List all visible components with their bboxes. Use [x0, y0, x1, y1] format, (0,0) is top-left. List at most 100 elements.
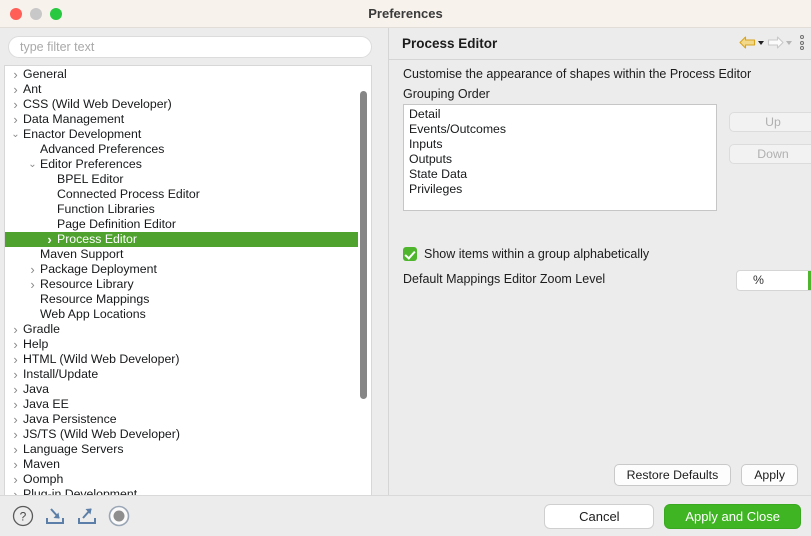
restore-defaults-button[interactable]: Restore Defaults	[613, 464, 732, 486]
tree-item-process-editor[interactable]: › Process Editor	[5, 232, 363, 247]
zoom-level-select[interactable]: %	[736, 270, 811, 291]
grouping-order-item[interactable]: Privileges	[409, 182, 716, 197]
filter-field-wrapper	[8, 36, 372, 58]
chevron-down-icon[interactable]: ⌄	[9, 130, 22, 140]
tree-scrollbar-thumb[interactable]	[360, 91, 367, 399]
tree-spacer: ›	[43, 187, 56, 202]
export-preferences-icon[interactable]	[75, 504, 99, 528]
tree-item-gradle[interactable]: › Gradle	[5, 322, 365, 337]
grouping-order-item[interactable]: Detail	[409, 107, 716, 122]
chevron-right-icon[interactable]: ›	[9, 457, 22, 472]
tree-item-web-app-locations[interactable]: ›Web App Locations	[5, 307, 365, 322]
tree-scrollbar-track[interactable]	[358, 67, 369, 519]
chevron-down-icon[interactable]: ⌄	[26, 160, 39, 170]
tree-item-enactor-development[interactable]: ⌄ Enactor Development	[5, 127, 365, 142]
down-button: Down	[729, 144, 811, 164]
dialog-buttons: Cancel Apply and Close	[544, 504, 801, 529]
tree-item-maven-support[interactable]: ›Maven Support	[5, 247, 365, 262]
tree-item-java-ee[interactable]: › Java EE	[5, 397, 365, 412]
tree-item-install-update[interactable]: › Install/Update	[5, 367, 365, 382]
tree-item-language-servers[interactable]: › Language Servers	[5, 442, 365, 457]
tree-item-page-definition-editor[interactable]: ›Page Definition Editor	[5, 217, 365, 232]
tree-item-data-management[interactable]: › Data Management	[5, 112, 365, 127]
tree-item-help[interactable]: › Help	[5, 337, 365, 352]
tree-item-resource-library[interactable]: › Resource Library	[5, 277, 365, 292]
chevron-right-icon[interactable]: ›	[9, 67, 22, 82]
tree-item-resource-mappings[interactable]: ›Resource Mappings	[5, 292, 365, 307]
tree-item-oomph[interactable]: › Oomph	[5, 472, 365, 487]
tree-item-label: Resource Mappings	[40, 292, 150, 306]
detail-header-actions	[739, 35, 806, 50]
chevron-right-icon[interactable]: ›	[26, 262, 39, 277]
chevron-right-icon[interactable]: ›	[9, 367, 22, 382]
tree-item-label: Advanced Preferences	[40, 142, 165, 156]
chevron-right-icon[interactable]: ›	[9, 442, 22, 457]
chevron-right-icon[interactable]: ›	[9, 382, 22, 397]
record-icon[interactable]	[107, 504, 131, 528]
tree-item-label: Oomph	[23, 472, 64, 486]
tree-item-java-persistence[interactable]: › Java Persistence	[5, 412, 365, 427]
forward-button[interactable]	[767, 36, 792, 49]
apply-and-close-button[interactable]: Apply and Close	[664, 504, 801, 529]
chevron-right-icon[interactable]: ›	[26, 277, 39, 292]
chevron-right-icon[interactable]: ›	[9, 337, 22, 352]
tree-item-label: Editor Preferences	[40, 157, 142, 171]
tree-item-general[interactable]: › General	[5, 67, 365, 82]
grouping-order-list[interactable]: Detail Events/Outcomes Inputs Outputs State …	[403, 104, 717, 211]
tree-item-ant[interactable]: › Ant	[5, 82, 365, 97]
chevron-right-icon[interactable]: ›	[9, 112, 22, 127]
alphabetical-checkbox-row[interactable]: Show items within a group alphabetically	[403, 247, 649, 261]
alphabetical-checkbox[interactable]	[403, 247, 417, 261]
tree-item-label: Java EE	[23, 397, 69, 411]
tree-item-advanced-preferences[interactable]: ›Advanced Preferences	[5, 142, 365, 157]
chevron-right-icon[interactable]: ›	[9, 472, 22, 487]
detail-action-buttons: Restore Defaults Apply	[613, 464, 798, 486]
chevron-right-icon[interactable]: ›	[9, 82, 22, 97]
title-bar: Preferences	[0, 0, 811, 28]
tree-item-maven[interactable]: › Maven	[5, 457, 365, 472]
back-button[interactable]	[739, 36, 764, 49]
back-dropdown-icon[interactable]	[758, 40, 764, 45]
tree-item-editor-preferences[interactable]: ⌄ Editor Preferences	[5, 157, 365, 172]
view-menu-icon[interactable]	[800, 35, 804, 50]
tree-item-package-deployment[interactable]: › Package Deployment	[5, 262, 365, 277]
grouping-order-item[interactable]: State Data	[409, 167, 716, 182]
chevron-right-icon[interactable]: ›	[9, 397, 22, 412]
grouping-order-item[interactable]: Outputs	[409, 152, 716, 167]
tree-item-connected-process-editor[interactable]: ›Connected Process Editor	[5, 187, 365, 202]
grouping-order-item[interactable]: Events/Outcomes	[409, 122, 716, 137]
preferences-window: Preferences ›General›Ant›CSS (Wild Web D…	[0, 0, 811, 536]
tree-item-label: Help	[23, 337, 49, 351]
chevron-right-icon[interactable]: ›	[9, 322, 22, 337]
tree-item-label: Language Servers	[23, 442, 124, 456]
tree-item-label: General	[23, 67, 67, 81]
chevron-right-icon[interactable]: ›	[9, 412, 22, 427]
chevron-right-icon[interactable]: ›	[9, 352, 22, 367]
close-window-button[interactable]	[10, 7, 22, 20]
tree-item-bpel-editor[interactable]: ›BPEL Editor	[5, 172, 365, 187]
chevron-right-icon[interactable]: ›	[9, 97, 22, 112]
back-arrow-icon	[739, 36, 756, 49]
forward-dropdown-icon[interactable]	[786, 40, 792, 45]
zoom-window-button[interactable]	[50, 7, 62, 20]
minimize-window-button[interactable]	[30, 7, 42, 20]
tree-item-label: Web App Locations	[40, 307, 146, 321]
import-preferences-icon[interactable]	[43, 504, 67, 528]
grouping-order-item[interactable]: Inputs	[409, 137, 716, 152]
filter-input[interactable]	[8, 36, 372, 58]
tree-item-label: Ant	[23, 82, 42, 96]
tree-item-function-libraries[interactable]: ›Function Libraries	[5, 202, 365, 217]
tree-item-html-wild-web-developer[interactable]: › HTML (Wild Web Developer)	[5, 352, 365, 367]
apply-button[interactable]: Apply	[741, 464, 798, 486]
cancel-button[interactable]: Cancel	[544, 504, 655, 529]
chevron-right-icon[interactable]: ›	[9, 427, 22, 442]
help-icon[interactable]: ?	[11, 504, 35, 528]
chevron-right-icon[interactable]: ›	[43, 232, 56, 247]
tree-spacer: ›	[26, 307, 39, 322]
tree-item-css-wild-web-developer[interactable]: › CSS (Wild Web Developer)	[5, 97, 365, 112]
tree-item-java[interactable]: › Java	[5, 382, 365, 397]
forward-arrow-icon	[767, 36, 784, 49]
tree-item-js-ts-wild-web-developer[interactable]: › JS/TS (Wild Web Developer)	[5, 427, 365, 442]
preferences-tree[interactable]: › General › Ant › CSS (Wild Web Developer) › Da…	[4, 65, 372, 520]
zoom-level-row: Default Mappings Editor Zoom Level %	[403, 270, 811, 292]
